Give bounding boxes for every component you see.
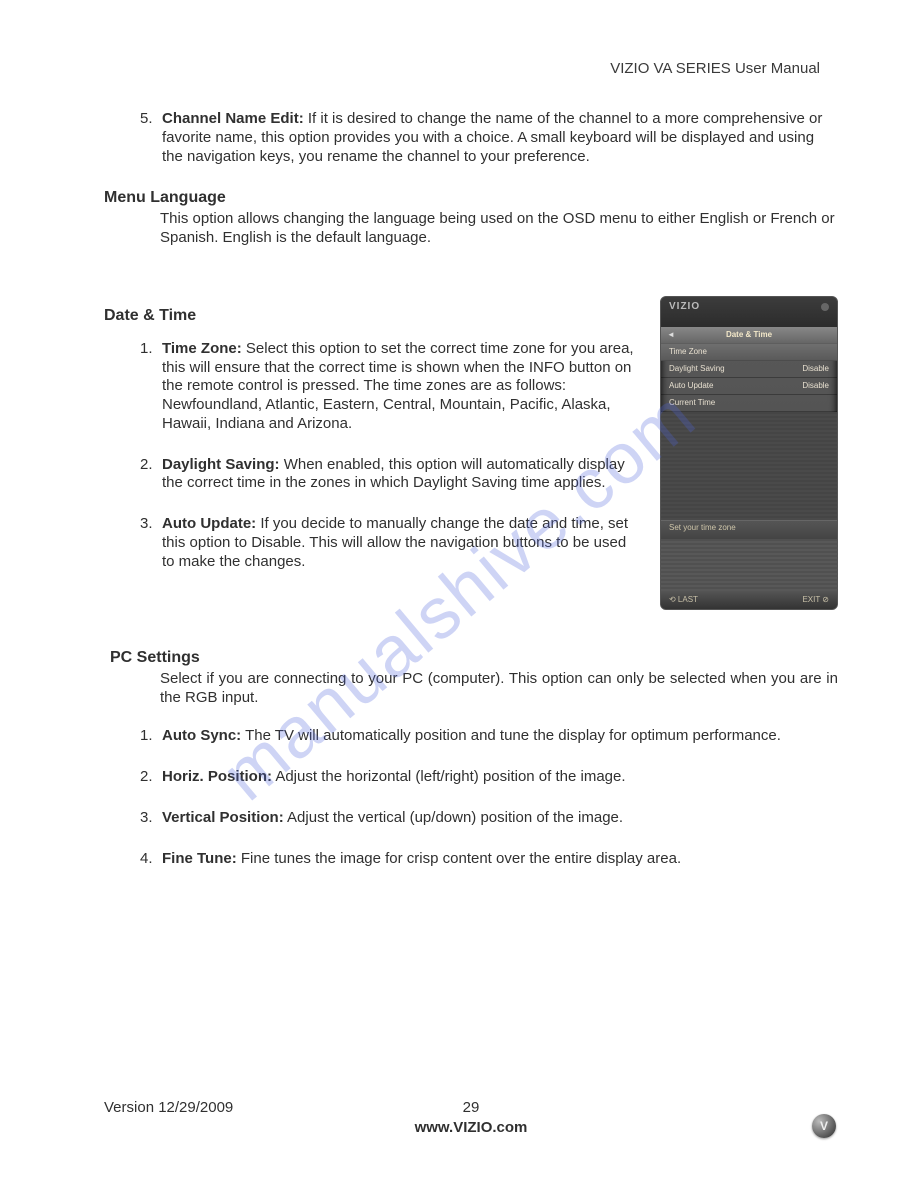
list-item-auto-update: 3. Auto Update: If you decide to manuall…	[140, 515, 642, 571]
list-item-auto-sync: 1. Auto Sync: The TV will automatically …	[140, 727, 838, 746]
list-number: 5.	[140, 110, 162, 166]
osd-row-label: Time Zone	[669, 347, 707, 357]
list-number: 4.	[140, 850, 162, 869]
list-item-daylight-saving: 2. Daylight Saving: When enabled, this o…	[140, 456, 642, 494]
item-label: Auto Update:	[162, 515, 256, 532]
list-number: 3.	[140, 809, 162, 828]
item-text: Fine tunes the image for crisp content o…	[237, 850, 681, 867]
list-item-fine-tune: 4. Fine Tune: Fine tunes the image for c…	[140, 850, 838, 869]
osd-header-title: Date & Time	[726, 330, 772, 340]
footer-page-number: 29	[104, 1099, 838, 1116]
item-label: Daylight Saving:	[162, 456, 280, 473]
section-title-menu-language: Menu Language	[104, 188, 838, 208]
back-arrow-icon: ◄	[667, 330, 675, 340]
date-time-list: 1. Time Zone: Select this option to set …	[140, 340, 642, 572]
osd-footer: ⟲ LAST EXIT ⊘	[661, 591, 837, 609]
osd-brand: VIZIO	[661, 297, 837, 327]
page-content: 5. Channel Name Edit: If it is desired t…	[104, 110, 838, 868]
osd-row-time-zone: Time Zone	[661, 344, 837, 361]
item-label: Fine Tune:	[162, 850, 237, 867]
item-text: Adjust the vertical (up/down) position o…	[284, 809, 623, 826]
item-label: Time Zone:	[162, 340, 242, 357]
footer-url: www.VIZIO.com	[104, 1119, 838, 1136]
osd-fill-area	[661, 412, 837, 520]
item-label: Vertical Position:	[162, 809, 284, 826]
section-title-date-time: Date & Time	[104, 306, 642, 326]
osd-row-current-time: Current Time	[661, 395, 837, 412]
list-body: Channel Name Edit: If it is desired to c…	[162, 110, 838, 166]
osd-grid-area	[661, 539, 837, 591]
osd-hint-text: Set your time zone	[661, 520, 837, 539]
list-number: 3.	[140, 515, 162, 571]
section-title-pc-settings: PC Settings	[110, 648, 838, 668]
osd-row-label: Current Time	[669, 398, 715, 408]
list-number: 2.	[140, 768, 162, 787]
item-text: Adjust the horizontal (left/right) posit…	[272, 768, 626, 785]
item-label: Channel Name Edit:	[162, 110, 304, 127]
date-time-row: Date & Time 1. Time Zone: Select this op…	[104, 296, 838, 610]
item-text: The TV will automatically position and t…	[241, 727, 781, 744]
section-body-pc-settings: Select if you are connecting to your PC …	[160, 670, 838, 708]
vizio-logo-icon: V	[812, 1114, 836, 1138]
logo-letter: V	[820, 1119, 828, 1133]
osd-row-auto-update: Auto Update Disable	[661, 378, 837, 395]
list-number: 1.	[140, 727, 162, 746]
item-label: Auto Sync:	[162, 727, 241, 744]
osd-row-label: Daylight Saving	[669, 364, 725, 374]
pc-settings-list: 1. Auto Sync: The TV will automatically …	[140, 727, 838, 868]
osd-screenshot: VIZIO ◄ Date & Time Time Zone Daylight S…	[660, 296, 838, 610]
list-number: 1.	[140, 340, 162, 434]
header-product: VIZIO VA SERIES User Manual	[610, 60, 820, 77]
list-item-channel-name-edit: 5. Channel Name Edit: If it is desired t…	[140, 110, 838, 166]
manual-page: VIZIO VA SERIES User Manual 5. Channel N…	[0, 0, 918, 1188]
osd-last-button: ⟲ LAST	[669, 595, 698, 605]
section-body-menu-language: This option allows changing the language…	[160, 210, 838, 248]
osd-exit-button: EXIT ⊘	[802, 595, 829, 605]
list-item-horiz-position: 2. Horiz. Position: Adjust the horizonta…	[140, 768, 838, 787]
date-time-text-column: Date & Time 1. Time Zone: Select this op…	[104, 296, 642, 594]
list-item-vertical-position: 3. Vertical Position: Adjust the vertica…	[140, 809, 838, 828]
item-label: Horiz. Position:	[162, 768, 272, 785]
osd-row-value: Disable	[802, 364, 829, 374]
osd-row-value: Disable	[802, 381, 829, 391]
osd-header: ◄ Date & Time	[661, 327, 837, 344]
list-item-time-zone: 1. Time Zone: Select this option to set …	[140, 340, 642, 434]
osd-row-daylight-saving: Daylight Saving Disable	[661, 361, 837, 378]
list-number: 2.	[140, 456, 162, 494]
osd-row-label: Auto Update	[669, 381, 713, 391]
